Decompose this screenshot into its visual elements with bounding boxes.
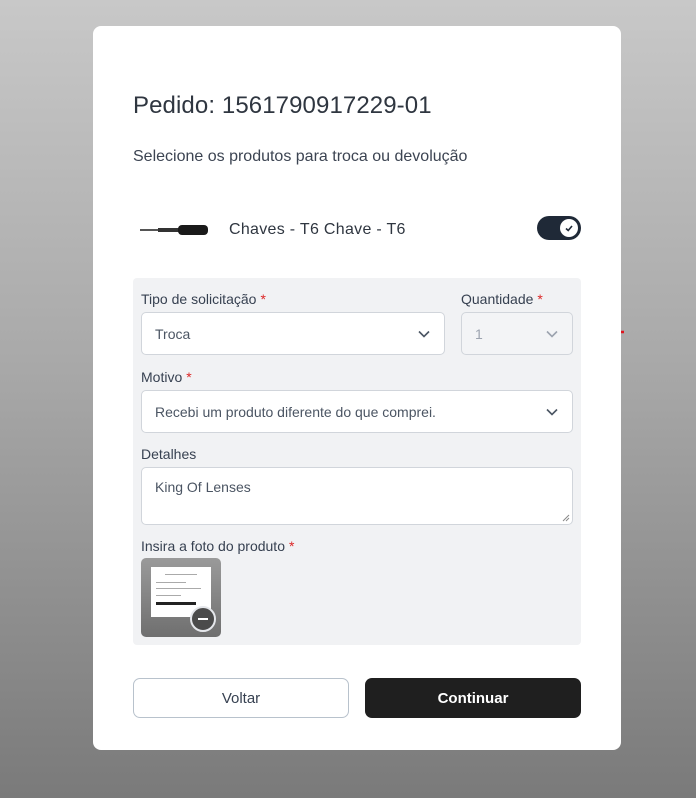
return-request-card: Pedido: 1561790917229-01 Selecione os pr…	[93, 26, 621, 750]
required-mark: *	[289, 538, 295, 554]
page-subtitle: Selecione os produtos para troca ou devo…	[133, 148, 468, 165]
photo-label-text: Insira a foto do produto	[141, 538, 285, 554]
quantity-label: Quantidade *	[461, 291, 543, 307]
reason-select[interactable]: Recebi um produto diferente do que compr…	[141, 390, 573, 433]
quantity-label-text: Quantidade	[461, 291, 534, 307]
resize-handle-icon[interactable]	[562, 514, 570, 522]
request-type-label: Tipo de solicitação *	[141, 291, 266, 307]
back-button[interactable]: Voltar	[133, 678, 349, 718]
product-photo-thumbnail[interactable]	[141, 558, 221, 637]
product-select-toggle[interactable]	[537, 216, 581, 240]
product-name: Chaves - T6 Chave - T6	[229, 221, 406, 238]
reason-label: Motivo *	[141, 369, 192, 385]
chevron-down-icon	[546, 330, 558, 338]
required-mark: *	[186, 369, 192, 385]
reason-value: Recebi um produto diferente do que compr…	[155, 403, 436, 420]
required-mark: *	[537, 291, 543, 307]
photo-label: Insira a foto do produto *	[141, 538, 294, 554]
continue-button[interactable]: Continuar	[365, 678, 581, 718]
details-value: King Of Lenses	[155, 479, 251, 495]
request-type-value: Troca	[155, 325, 191, 342]
request-type-select[interactable]: Troca	[141, 312, 445, 355]
quantity-select[interactable]: 1	[461, 312, 573, 355]
details-label: Detalhes	[141, 446, 197, 462]
page-title: Pedido: 1561790917229-01	[133, 92, 432, 119]
screwdriver-image	[140, 225, 208, 235]
check-icon	[560, 219, 578, 237]
request-form-panel: Tipo de solicitação * Troca Quantidade * 1…	[133, 278, 581, 645]
details-textarea[interactable]: King Of Lenses	[141, 467, 573, 525]
remove-photo-icon[interactable]	[190, 606, 216, 632]
request-type-label-text: Tipo de solicitação	[141, 291, 257, 307]
reason-label-text: Motivo	[141, 369, 183, 385]
required-mark: *	[260, 291, 266, 307]
chevron-down-icon	[546, 408, 558, 416]
chevron-down-icon	[418, 330, 430, 338]
quantity-value: 1	[475, 325, 483, 342]
